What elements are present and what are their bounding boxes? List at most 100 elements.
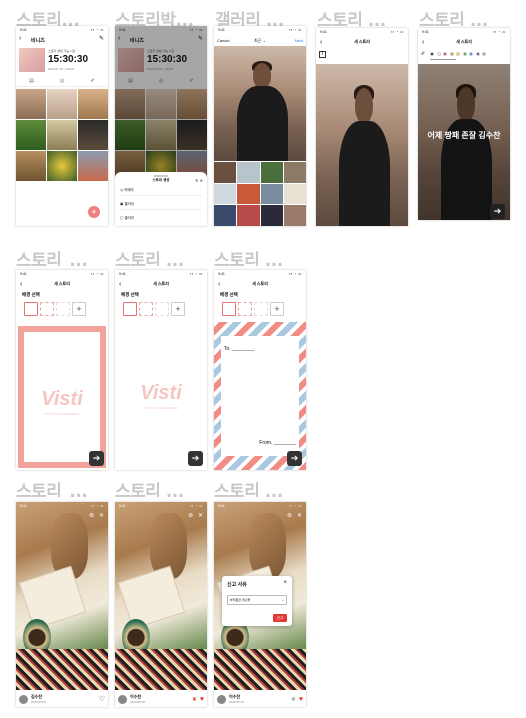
bg-option[interactable]: [155, 302, 169, 316]
bg-option[interactable]: [139, 302, 153, 316]
back-icon[interactable]: ‹: [422, 39, 424, 46]
submit-report-button[interactable]: 신고: [273, 614, 287, 622]
size-slider[interactable]: [430, 59, 456, 60]
pen-icon[interactable]: ✐: [421, 51, 425, 57]
sheet-item-label: 갤러리: [124, 202, 134, 206]
edit-icon[interactable]: ✎: [99, 35, 104, 42]
gallery-thumb[interactable]: [283, 205, 306, 226]
grid-photo[interactable]: [16, 151, 46, 181]
next-button[interactable]: Next: [295, 38, 303, 43]
report-icon[interactable]: ⊛: [89, 512, 94, 519]
photo-detail: [339, 120, 390, 226]
grid-photo[interactable]: [16, 89, 46, 119]
grid-photo[interactable]: [47, 89, 77, 119]
gallery-thumb[interactable]: [283, 162, 306, 183]
back-icon[interactable]: ‹: [218, 281, 220, 288]
bg-option[interactable]: [238, 302, 252, 316]
color-swatch[interactable]: [462, 52, 467, 56]
postcard-to[interactable]: To. ________: [224, 346, 254, 352]
postcard-from[interactable]: From. ________: [259, 440, 296, 446]
album-select[interactable]: 최근 ⌄: [214, 38, 306, 44]
grid-photo[interactable]: [78, 151, 108, 181]
back-icon[interactable]: ‹: [20, 281, 22, 288]
sheet-item-label: 카메라: [124, 188, 134, 192]
grid-photo[interactable]: [47, 120, 77, 150]
story-viewer-screen: 9:41 ▪▪ ◔ ▭ ✕ ⊛ 김수찬 2023.05.05 ♡: [16, 502, 108, 707]
heart-outline-icon[interactable]: ♡: [99, 695, 105, 703]
next-arrow-button[interactable]: ➔: [287, 451, 302, 466]
next-arrow-button[interactable]: ➔: [490, 204, 505, 219]
sheet-item-gallery[interactable]: ▣ 갤러리: [120, 202, 202, 210]
brand-logo: Visti: [41, 388, 83, 410]
header-title: 새 스토리: [456, 39, 472, 44]
bg-option[interactable]: [56, 302, 70, 316]
gallery-thumb[interactable]: [260, 183, 283, 205]
next-arrow-button[interactable]: ➔: [89, 451, 104, 466]
text-tool-icon[interactable]: T: [319, 51, 326, 58]
close-icon[interactable]: ✕: [198, 512, 203, 519]
status-time: 9:41: [422, 30, 429, 34]
sheet-item-text[interactable]: ▢ 갤러리: [120, 216, 202, 221]
report-icon[interactable]: ⊛: [188, 512, 193, 519]
avatar[interactable]: [118, 694, 127, 704]
sheet-item-camera[interactable]: ◎ 카메라: [120, 188, 202, 196]
pen-tab-icon[interactable]: ✐: [91, 78, 95, 86]
story-caption[interactable]: 어제 짱패 존잘 김수찬: [418, 130, 510, 141]
bg-option[interactable]: [254, 302, 268, 316]
color-swatch[interactable]: [475, 52, 480, 56]
close-icon[interactable]: ✕: [297, 512, 302, 519]
edit-icon[interactable]: ✎ ✕: [195, 178, 203, 183]
color-swatch[interactable]: [469, 52, 473, 56]
bg-option[interactable]: [24, 302, 38, 316]
postcard-screen: 9:41 ▪▪ ◔ ▭ ‹ 새 스토리 배경 선택 + To. ________ F…: [214, 270, 306, 470]
color-swatch[interactable]: [456, 52, 460, 56]
like-avatars-icon[interactable]: ❦: [192, 696, 197, 703]
add-bg-button[interactable]: +: [171, 302, 185, 316]
gallery-thumb[interactable]: [260, 205, 283, 226]
grid-photo[interactable]: [47, 151, 77, 181]
gallery-thumb[interactable]: [260, 162, 283, 183]
color-swatch[interactable]: [430, 52, 434, 56]
add-bg-button[interactable]: +: [270, 302, 284, 316]
color-swatch[interactable]: [449, 52, 454, 56]
close-icon[interactable]: ✕: [99, 512, 104, 519]
color-swatch[interactable]: [482, 52, 486, 56]
back-icon[interactable]: ‹: [320, 39, 322, 46]
gallery-thumb[interactable]: [214, 205, 237, 226]
color-swatch[interactable]: [443, 52, 447, 56]
heart-filled-icon[interactable]: ♥: [200, 696, 204, 703]
grid-photo[interactable]: [78, 89, 108, 119]
bg-option[interactable]: [123, 302, 137, 316]
grid-photo[interactable]: [78, 120, 108, 150]
dialog-close-icon[interactable]: ×: [283, 580, 287, 586]
reason-select[interactable]: 부적절한 게시물 ⌄: [227, 595, 287, 605]
header-title: 새 스토리: [54, 281, 70, 286]
camera-tab-icon[interactable]: ◎: [60, 78, 64, 86]
gallery-thumb[interactable]: [237, 183, 260, 205]
bg-option[interactable]: [222, 302, 236, 316]
gallery-thumb[interactable]: [283, 183, 306, 205]
next-arrow-button[interactable]: ➔: [188, 451, 203, 466]
gallery-thumb[interactable]: [214, 162, 237, 183]
report-icon[interactable]: ⊛: [287, 512, 292, 519]
bg-select-screen: 9:41 ▪▪ ◔ ▭ ‹ 새 스토리 배경 선택 + Visti VISTI YO…: [16, 270, 108, 470]
back-icon[interactable]: ‹: [19, 35, 21, 42]
gallery-thumb[interactable]: [214, 183, 237, 205]
frame-label: 스토리 ...: [317, 11, 386, 26]
heart-filled-icon[interactable]: ♥: [299, 696, 303, 703]
grid-photo[interactable]: [16, 120, 46, 150]
like-avatars-icon[interactable]: ❦: [291, 696, 296, 703]
gallery-thumb[interactable]: [237, 162, 260, 183]
grid-tab-icon[interactable]: ▤: [29, 78, 34, 86]
add-bg-button[interactable]: +: [72, 302, 86, 316]
back-icon[interactable]: ‹: [119, 281, 121, 288]
color-swatch[interactable]: [436, 52, 441, 56]
avatar[interactable]: [217, 694, 226, 704]
bg-option[interactable]: [40, 302, 54, 316]
gallery-thumb[interactable]: [237, 205, 260, 226]
add-button[interactable]: +: [88, 206, 100, 218]
sheet-handle[interactable]: [154, 175, 168, 177]
status-bar: 9:41 ▪▪ ◔ ▭: [115, 270, 207, 278]
chevron-down-icon: ⌄: [262, 38, 266, 43]
avatar[interactable]: [19, 694, 28, 704]
